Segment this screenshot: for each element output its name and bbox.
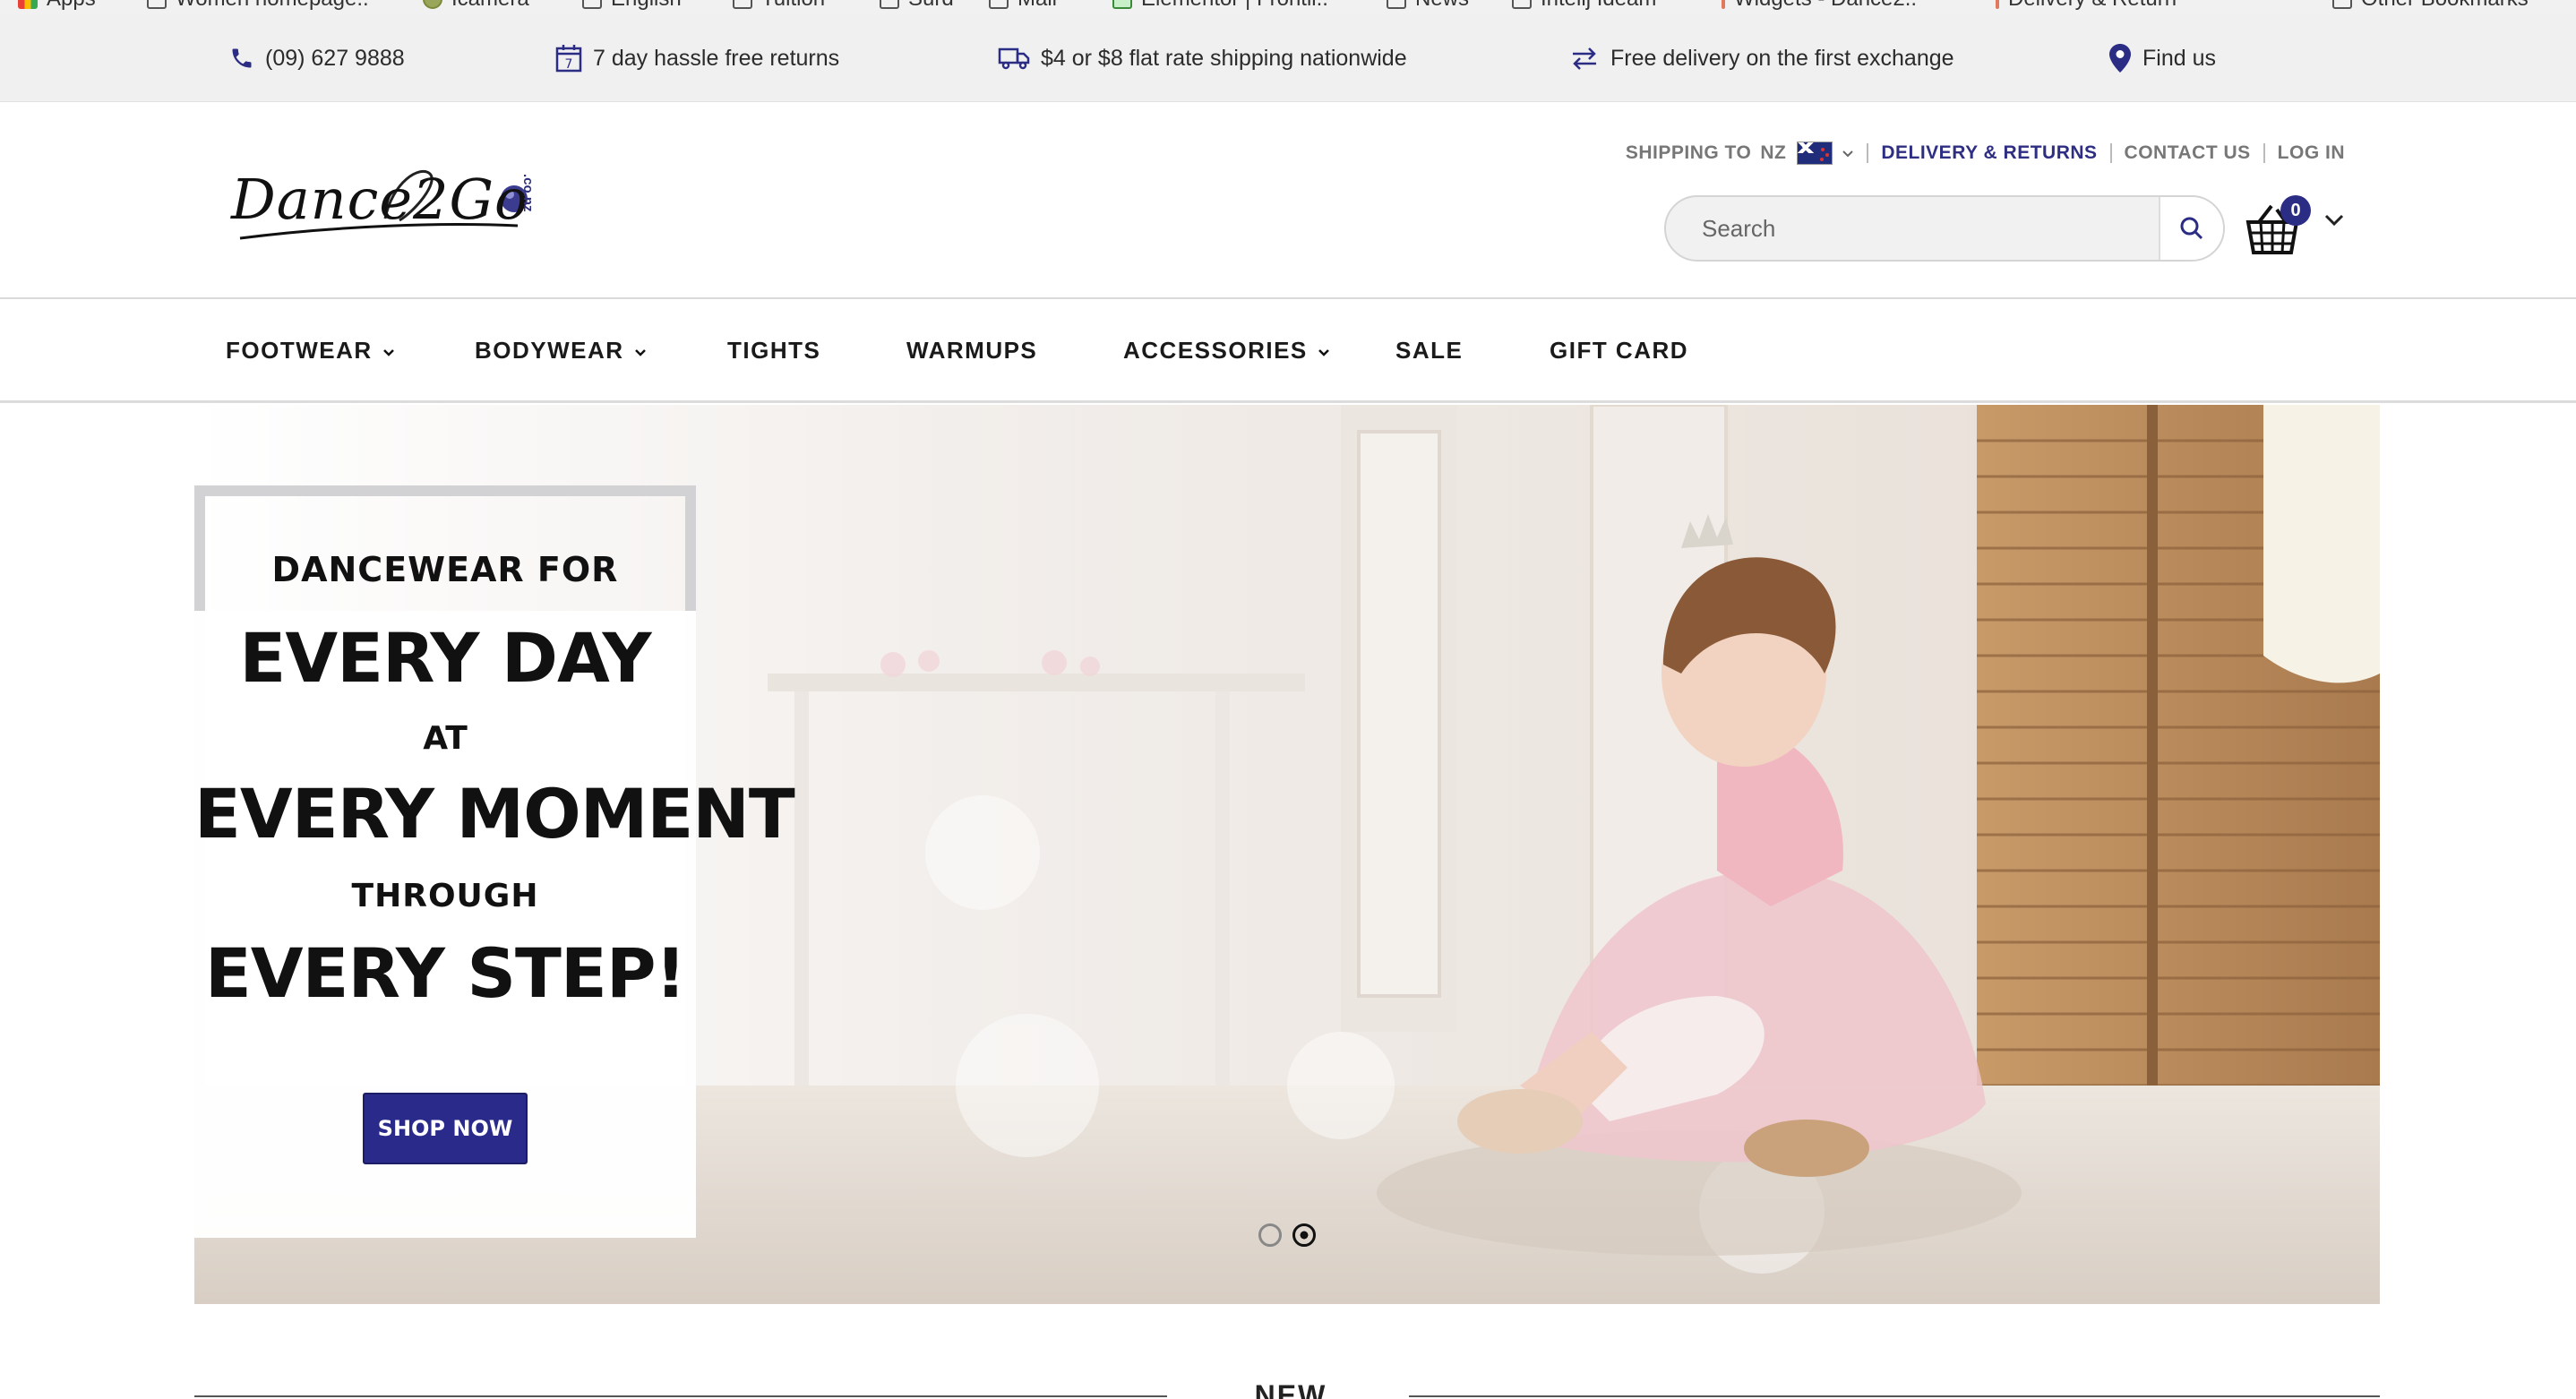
folder-icon <box>1512 0 1532 9</box>
globe-icon <box>423 0 442 9</box>
bookmark-intellij[interactable]: Intelij Ideam <box>1512 0 1656 11</box>
chevron-down-icon <box>382 337 396 365</box>
divider <box>1867 143 1869 163</box>
shop-now-button[interactable]: SHOP NOW <box>363 1093 528 1164</box>
bookmark-widgets[interactable]: Widgets - Dance2.. <box>1722 0 1917 11</box>
cart-button[interactable]: 0 <box>2245 192 2311 263</box>
bookmark-women-homepage[interactable]: Women homepage.. <box>147 0 369 11</box>
nz-flag-icon[interactable] <box>1797 142 1833 165</box>
divider <box>2263 143 2265 163</box>
slider-dot-1[interactable] <box>1258 1223 1282 1247</box>
folder-icon <box>582 0 602 9</box>
divider <box>2109 143 2112 163</box>
search-icon <box>2180 217 2203 240</box>
promo-line-4: EVERY MOMENT <box>194 774 795 854</box>
map-pin-icon <box>2108 43 2132 73</box>
svg-text:7: 7 <box>565 57 573 72</box>
delivery-returns-link[interactable]: DELIVERY & RETURNS <box>1881 142 2097 164</box>
logo-wordmark: Dance2Go <box>231 167 529 232</box>
shipping-info: $4 or $8 flat rate shipping nationwide <box>998 14 1407 102</box>
exchange-arrows-icon <box>1569 47 1600 70</box>
folder-icon <box>2332 0 2352 9</box>
utility-links: SHIPPING TO NZ DELIVERY & RETURNS CONTAC… <box>1626 140 2345 167</box>
calendar-icon: 7 <box>555 44 582 73</box>
slider-dot-2[interactable] <box>1292 1223 1316 1247</box>
log-in-link[interactable]: LOG IN <box>2278 142 2345 164</box>
chevron-down-icon <box>1317 337 1331 365</box>
chevron-down-icon[interactable] <box>1842 142 1854 164</box>
nav-item-gift-card[interactable]: GIFT CARD <box>1550 299 1688 401</box>
promo-line-2: EVERY DAY <box>239 618 651 698</box>
site-logo[interactable]: Dance2Go .co.nz <box>231 156 562 245</box>
slider-dots <box>1258 1223 1316 1247</box>
logo-tld: .co.nz <box>520 174 536 212</box>
bookmark-tuition[interactable]: Tuition <box>733 0 825 11</box>
country-code[interactable]: NZ <box>1760 142 1786 164</box>
returns-info: 7 7 day hassle free returns <box>555 14 839 102</box>
nav-item-warmups[interactable]: WARMUPS <box>906 299 1037 401</box>
bookmark-apps[interactable]: Apps <box>18 0 96 11</box>
search-button[interactable] <box>2159 197 2223 260</box>
exchange-info: Free delivery on the first exchange <box>1569 14 1954 102</box>
bookmark-mail[interactable]: Mail <box>989 0 1057 11</box>
folder-icon <box>733 0 752 9</box>
bookmark-icamera[interactable]: Icamera <box>423 0 529 11</box>
folder-icon <box>1387 0 1406 9</box>
find-us-link[interactable]: Find us <box>2108 14 2216 102</box>
bookmark-elementor[interactable]: Elementor | Frontli.. <box>1112 0 1328 11</box>
hero-banner: DANCEWEAR FOR EVERY DAY AT EVERY MOMENT … <box>194 405 2380 1304</box>
bookmark-surd[interactable]: Surd <box>880 0 954 11</box>
search-input[interactable] <box>1666 197 2162 260</box>
nav-item-sale[interactable]: SALE <box>1395 299 1463 401</box>
cart-chevron-down-icon[interactable] <box>2323 213 2345 232</box>
promo-line-5: THROUGH <box>351 878 539 914</box>
promo-box: DANCEWEAR FOR EVERY DAY AT EVERY MOMENT … <box>194 485 795 1238</box>
site-header: Dance2Go .co.nz SHIPPING TO NZ DELIVERY … <box>0 102 2576 299</box>
section-rule-right <box>1409 1395 2380 1397</box>
promo-line-6: EVERY STEP! <box>204 933 686 1013</box>
section-rule-left <box>194 1395 1167 1397</box>
main-nav: FOOTWEAR BODYWEAR TIGHTS WARMUPS ACCESSO… <box>0 299 2576 403</box>
folder-icon <box>989 0 1009 9</box>
folder-icon <box>880 0 899 9</box>
phone-link[interactable]: (09) 627 9888 <box>229 14 405 102</box>
promo-line-3: AT <box>423 720 468 757</box>
search-bar <box>1664 195 2225 262</box>
shipping-to-label: SHIPPING TO <box>1625 142 1752 163</box>
bookmark-delivery[interactable]: Delivery & Return <box>1996 0 2177 11</box>
nav-item-accessories[interactable]: ACCESSORIES <box>1123 299 1331 401</box>
apps-icon <box>18 0 38 9</box>
nav-item-tights[interactable]: TIGHTS <box>727 299 820 401</box>
page-icon <box>147 0 167 9</box>
contact-us-link[interactable]: CONTACT US <box>2125 142 2251 164</box>
truck-icon <box>998 47 1030 70</box>
nav-item-footwear[interactable]: FOOTWEAR <box>226 299 396 401</box>
bookmark-news[interactable]: News <box>1387 0 1469 11</box>
new-arrivals-heading: NEW ARRIVALS <box>1254 1379 1327 1399</box>
nav-item-bodywear[interactable]: BODYWEAR <box>475 299 648 401</box>
site-icon <box>1996 0 1999 9</box>
elementor-icon <box>1112 0 1132 9</box>
chevron-down-icon <box>633 337 648 365</box>
promo-line-1: DANCEWEAR FOR <box>271 550 619 589</box>
bookmark-english[interactable]: English <box>582 0 682 11</box>
new-arrivals-section: NEW ARRIVALS <box>194 1370 2380 1399</box>
phone-icon <box>229 46 254 71</box>
cart-count-badge: 0 <box>2280 195 2311 226</box>
announcement-bar: (09) 627 9888 7 7 day hassle free return… <box>0 14 2576 102</box>
bookmark-other[interactable]: Other Bookmarks <box>2332 0 2529 11</box>
bookmarks-bar: Apps Women homepage.. Icamera English Tu… <box>0 0 2576 14</box>
site-icon <box>1722 0 1725 9</box>
